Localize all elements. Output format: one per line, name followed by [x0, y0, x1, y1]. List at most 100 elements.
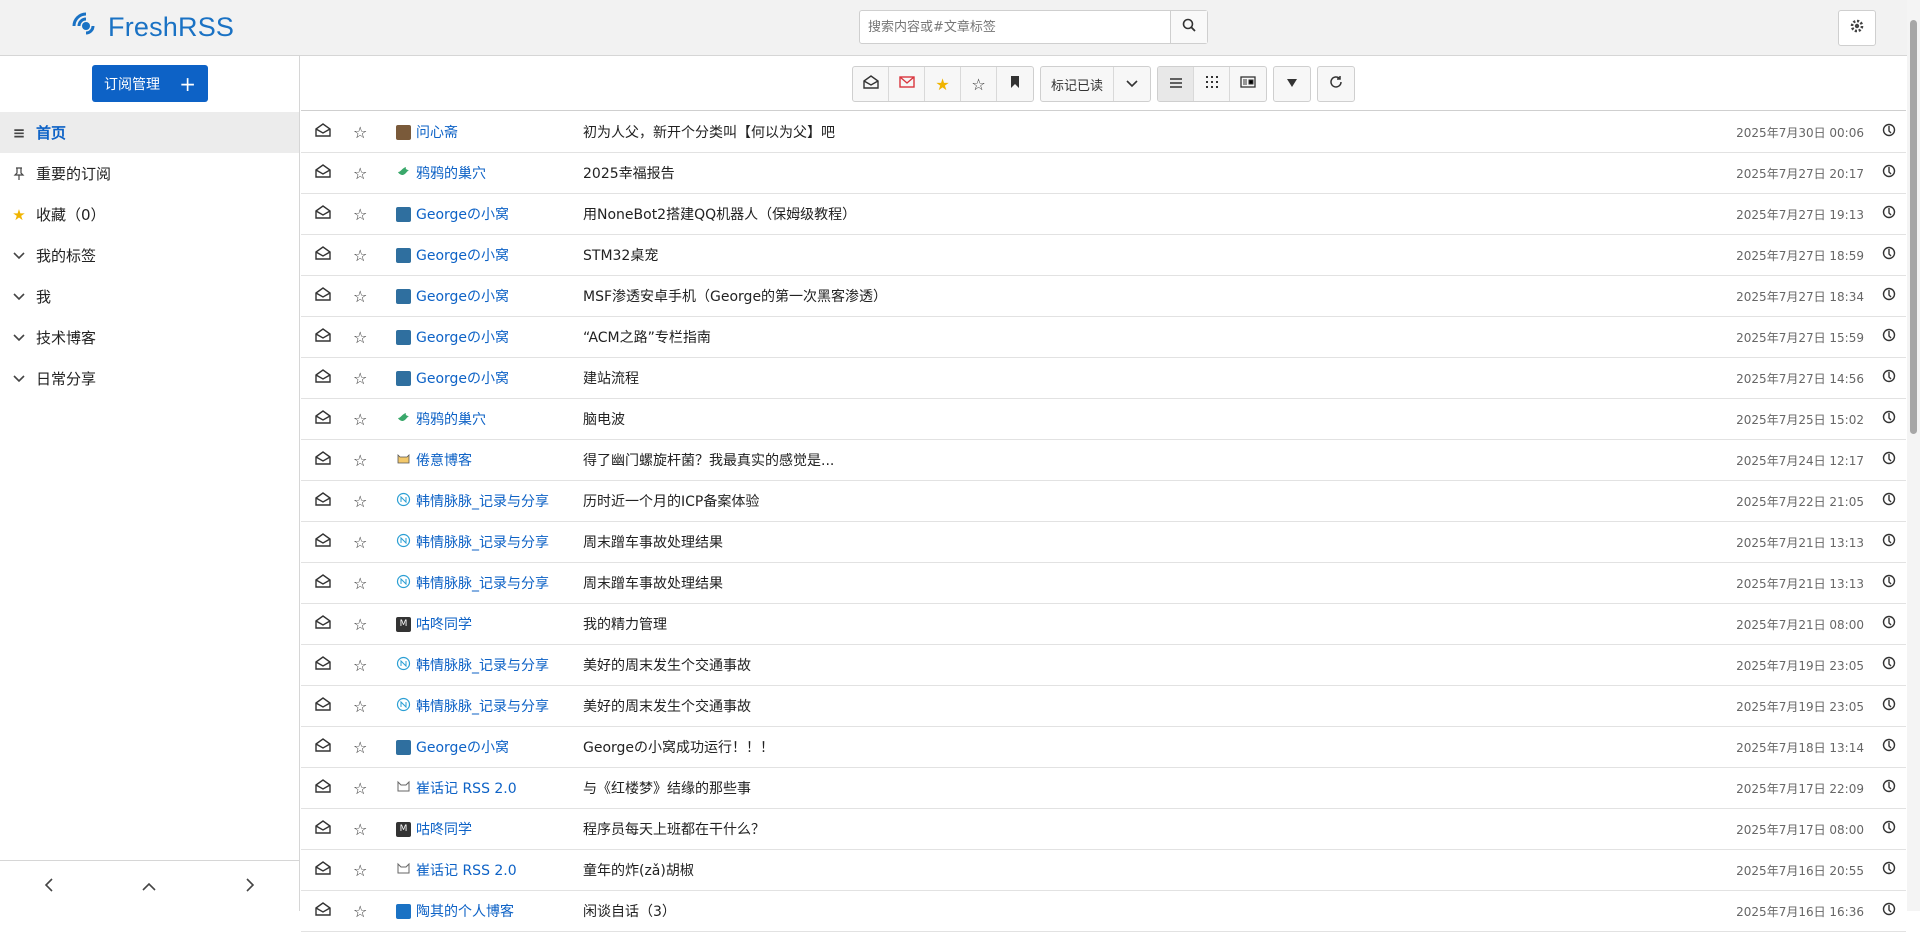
star-toggle[interactable]: ☆ — [353, 492, 371, 511]
entry-row[interactable]: ☆ Georgeの小窝 STM32桌宠 2025年7月27日 18:59 — [301, 235, 1906, 276]
global-view-button[interactable] — [1194, 67, 1231, 101]
mark-read-button[interactable]: 标记已读 — [1041, 67, 1115, 101]
entry-title[interactable]: 脑电波 — [583, 409, 625, 429]
mark-read-toggle[interactable] — [315, 902, 333, 920]
open-link-button[interactable] — [1882, 123, 1896, 141]
entry-row[interactable]: ☆ 韩情脉脉_记录与分享 美好的周末发生个交通事故 2025年7月19日 23:05 — [301, 645, 1906, 686]
mark-read-toggle[interactable] — [315, 820, 333, 838]
entry-title[interactable]: MSF渗透安卓手机（George的第一次黑客渗透） — [583, 286, 887, 306]
sidebar-item-me[interactable]: 我 — [0, 276, 299, 317]
mark-read-toggle[interactable] — [315, 697, 333, 715]
sidebar-item-daily-share[interactable]: 日常分享 — [0, 358, 299, 399]
scrollbar[interactable] — [1907, 0, 1920, 911]
chevron-up-icon[interactable] — [142, 876, 157, 897]
entry-title[interactable]: 周末蹭车事故处理结果 — [583, 532, 723, 552]
entry-row[interactable]: ☆ 韩情脉脉_记录与分享 历时近一个月的ICP备案体验 2025年7月22日 21:0… — [301, 481, 1906, 522]
entry-row[interactable]: ☆ 韩情脉脉_记录与分享 周末蹭车事故处理结果 2025年7月21日 13:13 — [301, 522, 1906, 563]
mark-read-toggle[interactable] — [315, 533, 333, 551]
entry-title[interactable]: 闲谈自话（3） — [583, 901, 676, 921]
entry-title[interactable]: 美好的周末发生个交通事故 — [583, 655, 751, 675]
entry-source[interactable]: 韩情脉脉_记录与分享 — [396, 491, 549, 511]
mark-read-toggle[interactable] — [315, 369, 333, 387]
mark-read-toggle[interactable] — [315, 861, 333, 879]
normal-view-button[interactable] — [1158, 67, 1195, 101]
entry-title[interactable]: 得了幽门螺旋杆菌？我最真实的感觉是... — [583, 450, 834, 470]
entry-title[interactable]: “ACM之路”专栏指南 — [583, 327, 711, 347]
chevron-left-icon[interactable] — [44, 876, 54, 897]
open-link-button[interactable] — [1882, 738, 1896, 756]
logo[interactable]: FreshRSS — [70, 10, 234, 44]
star-toggle[interactable]: ☆ — [353, 656, 371, 675]
mark-read-toggle[interactable] — [315, 164, 333, 182]
entry-row[interactable]: ☆ Georgeの小窝 MSF渗透安卓手机（George的第一次黑客渗透） 2025年… — [301, 276, 1906, 317]
search-input[interactable] — [860, 11, 1170, 43]
sidebar-item-favorites[interactable]: ★ 收藏（0） — [0, 194, 299, 235]
star-toggle[interactable]: ☆ — [353, 410, 371, 429]
entry-title[interactable]: 初为人父，新开个分类叫【何以为父】吧 — [583, 122, 835, 142]
entry-row[interactable]: ☆ 陶其的个人博客 闲谈自话（3） 2025年7月16日 16:36 — [301, 891, 1906, 932]
open-link-button[interactable] — [1882, 861, 1896, 879]
entry-source[interactable]: 陶其的个人博客 — [396, 901, 514, 921]
entry-source[interactable]: Georgeの小窝 — [396, 368, 509, 388]
mark-read-toggle[interactable] — [315, 615, 333, 633]
filter-starred-button[interactable]: ★ — [925, 67, 961, 101]
entry-source[interactable]: M 咕咚同学 — [396, 614, 472, 634]
scrollbar-thumb[interactable] — [1910, 20, 1917, 434]
entry-source[interactable]: Georgeの小窝 — [396, 245, 509, 265]
sort-dropdown-button[interactable] — [1274, 67, 1310, 101]
entry-source[interactable]: 韩情脉脉_记录与分享 — [396, 532, 549, 552]
entry-source[interactable]: Georgeの小窝 — [396, 204, 509, 224]
star-toggle[interactable]: ☆ — [353, 328, 371, 347]
open-link-button[interactable] — [1882, 328, 1896, 346]
star-toggle[interactable]: ☆ — [353, 369, 371, 388]
open-link-button[interactable] — [1882, 820, 1896, 838]
sidebar-item-tech-blogs[interactable]: 技术博客 — [0, 317, 299, 358]
open-link-button[interactable] — [1882, 779, 1896, 797]
entry-title[interactable]: 历时近一个月的ICP备案体验 — [583, 491, 759, 511]
entry-row[interactable]: ☆ 鸦鸦的巢穴 脑电波 2025年7月25日 15:02 — [301, 399, 1906, 440]
mark-read-toggle[interactable] — [315, 246, 333, 264]
star-toggle[interactable]: ☆ — [353, 164, 371, 183]
mark-read-toggle[interactable] — [315, 410, 333, 428]
filter-unread-button[interactable] — [889, 67, 925, 101]
open-link-button[interactable] — [1882, 697, 1896, 715]
entry-source[interactable]: 崔话记 RSS 2.0 — [396, 778, 517, 798]
mark-read-toggle[interactable] — [315, 656, 333, 674]
entry-row[interactable]: ☆ 崔话记 RSS 2.0 童年的炸(zǎ)胡椒 2025年7月16日 20:55 — [301, 850, 1906, 891]
chevron-right-icon[interactable] — [245, 876, 255, 897]
mark-read-toggle[interactable] — [315, 123, 333, 141]
mark-read-toggle[interactable] — [315, 328, 333, 346]
star-toggle[interactable]: ☆ — [353, 861, 371, 880]
star-toggle[interactable]: ☆ — [353, 287, 371, 306]
entry-title[interactable]: Georgeの小窝成功运行！！！ — [583, 737, 774, 757]
entry-title[interactable]: 童年的炸(zǎ)胡椒 — [583, 860, 694, 880]
star-toggle[interactable]: ☆ — [353, 205, 371, 224]
star-toggle[interactable]: ☆ — [353, 574, 371, 593]
open-link-button[interactable] — [1882, 451, 1896, 469]
entry-row[interactable]: ☆ 韩情脉脉_记录与分享 美好的周末发生个交通事故 2025年7月19日 23:05 — [301, 686, 1906, 727]
star-toggle[interactable]: ☆ — [353, 820, 371, 839]
filter-read-button[interactable] — [853, 67, 889, 101]
reader-view-button[interactable] — [1230, 67, 1266, 101]
star-toggle[interactable]: ☆ — [353, 451, 371, 470]
entry-title[interactable]: 周末蹭车事故处理结果 — [583, 573, 723, 593]
entry-row[interactable]: ☆ Georgeの小窝 建站流程 2025年7月27日 14:56 — [301, 358, 1906, 399]
entry-source[interactable]: Georgeの小窝 — [396, 286, 509, 306]
star-toggle[interactable]: ☆ — [353, 123, 371, 142]
entry-row[interactable]: ☆ 崔话记 RSS 2.0 与《红楼梦》结缘的那些事 2025年7月17日 22:09 — [301, 768, 1906, 809]
star-toggle[interactable]: ☆ — [353, 533, 371, 552]
open-link-button[interactable] — [1882, 574, 1896, 592]
mark-read-toggle[interactable] — [315, 492, 333, 510]
refresh-button[interactable] — [1318, 67, 1354, 101]
open-link-button[interactable] — [1882, 492, 1896, 510]
entry-row[interactable]: ☆ M 咕咚同学 程序员每天上班都在干什么？ 2025年7月17日 08:00 — [301, 809, 1906, 850]
filter-unstarred-button[interactable]: ☆ — [961, 67, 997, 101]
entry-title[interactable]: 我的精力管理 — [583, 614, 667, 634]
open-link-button[interactable] — [1882, 656, 1896, 674]
open-link-button[interactable] — [1882, 902, 1896, 920]
entry-row[interactable]: ☆ 倦意博客 得了幽门螺旋杆菌？我最真实的感觉是... 2025年7月24日 12:1… — [301, 440, 1906, 481]
entry-title[interactable]: 美好的周末发生个交通事故 — [583, 696, 751, 716]
entry-source[interactable]: 韩情脉脉_记录与分享 — [396, 696, 549, 716]
open-link-button[interactable] — [1882, 369, 1896, 387]
entry-title[interactable]: 用NoneBot2搭建QQ机器人（保姆级教程） — [583, 204, 856, 224]
